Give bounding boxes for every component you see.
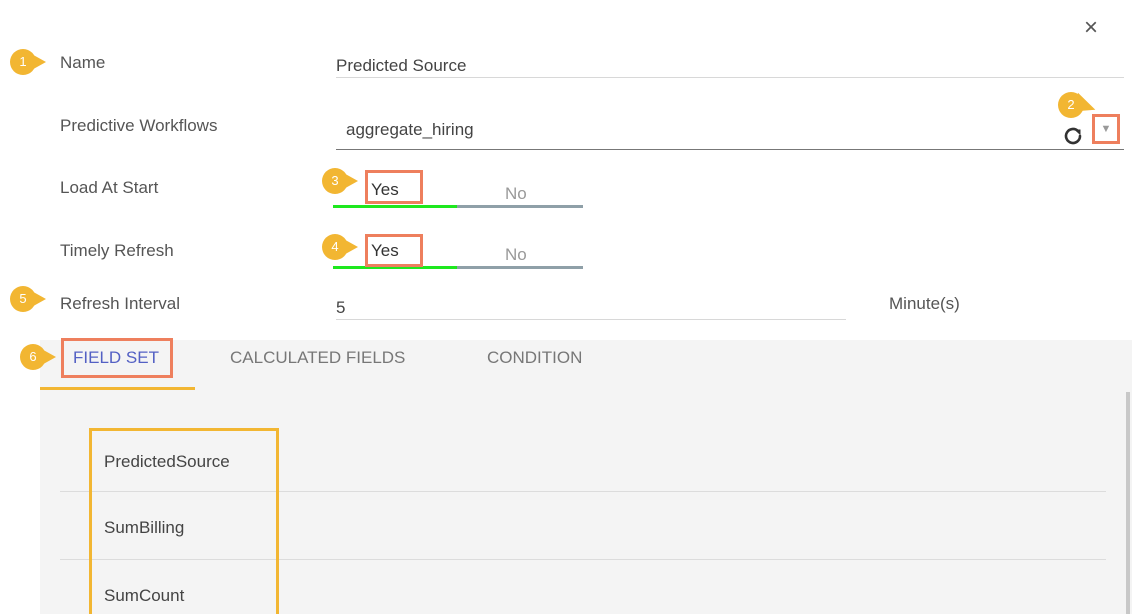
timely-refresh-no[interactable]: No — [505, 245, 527, 265]
chevron-down-icon[interactable]: ▼ — [1099, 122, 1113, 136]
timely-refresh-label: Timely Refresh — [60, 241, 174, 260]
load-at-start-label: Load At Start — [60, 178, 159, 197]
field-list-highlight — [89, 428, 279, 614]
toggle-inactive-bar — [457, 205, 583, 208]
refresh-icon[interactable] — [1061, 124, 1085, 148]
name-label: Name — [60, 53, 106, 72]
tab-condition[interactable]: CONDITION — [487, 348, 582, 368]
close-icon[interactable]: × — [1079, 16, 1103, 40]
workflows-underline — [336, 149, 1124, 150]
callout-marker-4: 4 — [322, 234, 362, 260]
load-yes-highlight — [365, 170, 423, 204]
tab-calculated-fields[interactable]: CALCULATED FIELDS — [230, 348, 405, 368]
name-input[interactable]: Predicted Source — [336, 56, 466, 76]
callout-marker-5: 5 — [10, 286, 50, 312]
refresh-interval-input[interactable]: 5 — [336, 298, 345, 318]
callout-number: 4 — [322, 234, 348, 260]
refresh-interval-label: Refresh Interval — [60, 294, 180, 313]
refresh-yes-highlight — [365, 234, 423, 267]
refresh-interval-underline — [336, 319, 846, 320]
refresh-interval-unit: Minute(s) — [889, 294, 960, 313]
callout-number: 2 — [1058, 92, 1084, 118]
callout-number: 3 — [322, 168, 348, 194]
callout-marker-3: 3 — [322, 168, 362, 194]
toggle-inactive-bar — [457, 266, 583, 269]
load-at-start-no[interactable]: No — [505, 184, 527, 204]
callout-marker-6: 6 — [20, 344, 60, 370]
callout-number: 6 — [20, 344, 46, 370]
callout-number: 5 — [10, 286, 36, 312]
tab-field-set-highlight — [61, 338, 173, 378]
toggle-active-bar — [333, 205, 457, 208]
predictive-workflows-label: Predictive Workflows — [60, 116, 218, 135]
panel-scrollbar[interactable] — [1126, 392, 1130, 614]
callout-number: 1 — [10, 49, 36, 75]
callout-marker-1: 1 — [10, 49, 50, 75]
predictive-workflows-select[interactable]: aggregate_hiring — [346, 120, 474, 140]
active-tab-indicator — [40, 387, 195, 390]
name-underline — [336, 77, 1124, 78]
